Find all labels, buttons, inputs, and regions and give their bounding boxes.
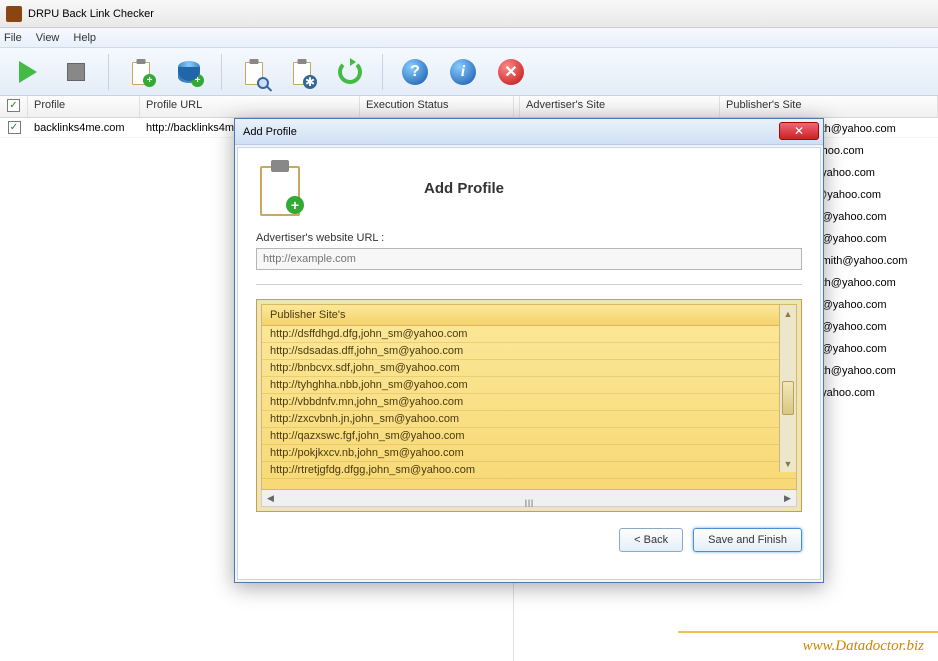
email-fragment: mith@yahoo.com	[810, 272, 920, 294]
dialog-footer: < Back Save and Finish	[256, 528, 802, 552]
menu-bar: File View Help	[0, 28, 938, 48]
publisher-row[interactable]: http://sdsadas.dff,john_sm@yahoo.com	[262, 343, 796, 360]
delete-icon: ✕	[498, 59, 524, 85]
search-profile-button[interactable]	[234, 52, 274, 92]
scroll-right-icon[interactable]: ▶	[779, 493, 796, 504]
settings-profile-button[interactable]	[282, 52, 322, 92]
refresh-button[interactable]	[330, 52, 370, 92]
scroll-up-icon[interactable]: ▲	[780, 305, 796, 322]
cell-profile: backlinks4me.com	[28, 120, 140, 136]
dialog-title: Add Profile	[243, 126, 297, 138]
publisher-row[interactable]: http://rtretjgfdg.dfgg,john_sm@yahoo.com	[262, 462, 796, 479]
publisher-sites-header: Publisher Site's	[262, 305, 796, 326]
stop-icon	[67, 63, 85, 81]
column-profile-url[interactable]: Profile URL	[140, 96, 360, 117]
info-icon: i	[450, 59, 476, 85]
dialog-body: + Add Profile Advertiser's website URL :…	[237, 147, 821, 580]
email-fragment: yahoo.com	[810, 140, 920, 162]
horizontal-scrollbar[interactable]: ◀ III ▶	[261, 490, 797, 507]
email-fragment: ith@yahoo.com	[810, 228, 920, 250]
add-database-button[interactable]: +	[169, 52, 209, 92]
stop-button[interactable]	[56, 52, 96, 92]
publisher-row[interactable]: http://qazxswc.fgf,john_sm@yahoo.com	[262, 428, 796, 445]
help-button[interactable]: ?	[395, 52, 435, 92]
row-checkbox[interactable]: ✓	[8, 121, 21, 134]
column-advertisers-site[interactable]: Advertiser's Site	[520, 96, 720, 117]
divider	[256, 284, 802, 285]
menu-file[interactable]: File	[4, 32, 22, 44]
dialog-heading: Add Profile	[424, 180, 504, 197]
info-button[interactable]: i	[443, 52, 483, 92]
add-profile-dialog: Add Profile ✕ + Add Profile Advertiser's…	[234, 118, 824, 583]
title-bar: DRPU Back Link Checker	[0, 0, 938, 28]
toolbar-separator	[108, 54, 109, 90]
publisher-row[interactable]: http://dsffdhgd.dfg,john_sm@yahoo.com	[262, 326, 796, 343]
add-profile-button[interactable]: +	[121, 52, 161, 92]
publisher-row[interactable]: http://pokjkxcv.nb,john_sm@yahoo.com	[262, 445, 796, 462]
dialog-titlebar[interactable]: Add Profile ✕	[235, 119, 823, 145]
column-execution-status[interactable]: Execution Status	[360, 96, 520, 117]
watermark-line	[678, 631, 938, 633]
email-fragment: ith@yahoo.com	[810, 206, 920, 228]
publisher-row[interactable]: http://tyhghha.nbb,john_sm@yahoo.com	[262, 377, 796, 394]
watermark: www.Datadoctor.biz	[803, 638, 924, 655]
menu-view[interactable]: View	[36, 32, 60, 44]
email-fragment: ith@yahoo.com	[810, 316, 920, 338]
menu-help[interactable]: Help	[73, 32, 96, 44]
scroll-down-icon[interactable]: ▼	[780, 455, 796, 472]
column-checkbox[interactable]: ✓	[0, 96, 28, 117]
vertical-scrollbar[interactable]: ▲ ▼	[779, 305, 796, 472]
scroll-left-icon[interactable]: ◀	[262, 493, 279, 504]
hscroll-label: III	[524, 498, 533, 510]
publisher-sites-panel: Publisher Site's http://dsffdhgd.dfg,joh…	[256, 299, 802, 512]
play-icon	[19, 61, 37, 83]
toolbar-separator	[382, 54, 383, 90]
close-icon: ✕	[794, 124, 804, 138]
help-icon: ?	[402, 59, 428, 85]
email-fragment: ith@yahoo.com	[810, 338, 920, 360]
clipboard-search-icon	[243, 59, 265, 85]
email-fragment: mith@yahoo.com	[810, 118, 920, 140]
column-publishers-site[interactable]: Publisher's Site	[720, 96, 938, 117]
window-title: DRPU Back Link Checker	[28, 8, 154, 20]
table-header: ✓ Profile Profile URL Execution Status A…	[0, 96, 938, 118]
clipboard-add-large-icon: +	[256, 160, 304, 216]
email-fragment: mith@yahoo.com	[810, 360, 920, 382]
toolbar: + + ? i ✕	[0, 48, 938, 96]
toolbar-separator	[221, 54, 222, 90]
scroll-thumb[interactable]	[782, 381, 794, 415]
delete-button[interactable]: ✕	[491, 52, 531, 92]
email-column-fragment: mith@yahoo.comyahoo.com@yahoo.comn@yahoo…	[810, 118, 920, 404]
publisher-row[interactable]: http://vbbdnfv.mn,john_sm@yahoo.com	[262, 394, 796, 411]
app-icon	[6, 6, 22, 22]
close-button[interactable]: ✕	[779, 122, 819, 140]
save-and-finish-button[interactable]: Save and Finish	[693, 528, 802, 552]
publisher-sites-list[interactable]: Publisher Site's http://dsffdhgd.dfg,joh…	[261, 304, 797, 490]
run-button[interactable]	[8, 52, 48, 92]
email-fragment: @yahoo.com	[810, 162, 920, 184]
column-profile[interactable]: Profile	[28, 96, 140, 117]
clipboard-add-icon: +	[130, 59, 152, 85]
back-button[interactable]: < Back	[619, 528, 683, 552]
email-fragment: n@yahoo.com	[810, 184, 920, 206]
email-fragment: @yahoo.com	[810, 382, 920, 404]
checkbox-icon: ✓	[7, 99, 20, 112]
publisher-row[interactable]: http://bnbcvx.sdf,john_sm@yahoo.com	[262, 360, 796, 377]
email-fragment: ith@yahoo.com	[810, 294, 920, 316]
clipboard-settings-icon	[291, 59, 313, 85]
email-fragment: _smith@yahoo.com	[810, 250, 920, 272]
url-field-label: Advertiser's website URL :	[256, 232, 802, 244]
database-add-icon: +	[178, 61, 200, 83]
publisher-row[interactable]: http://zxcvbnh.jn,john_sm@yahoo.com	[262, 411, 796, 428]
advertiser-url-input[interactable]	[256, 248, 802, 270]
refresh-icon	[338, 60, 362, 84]
